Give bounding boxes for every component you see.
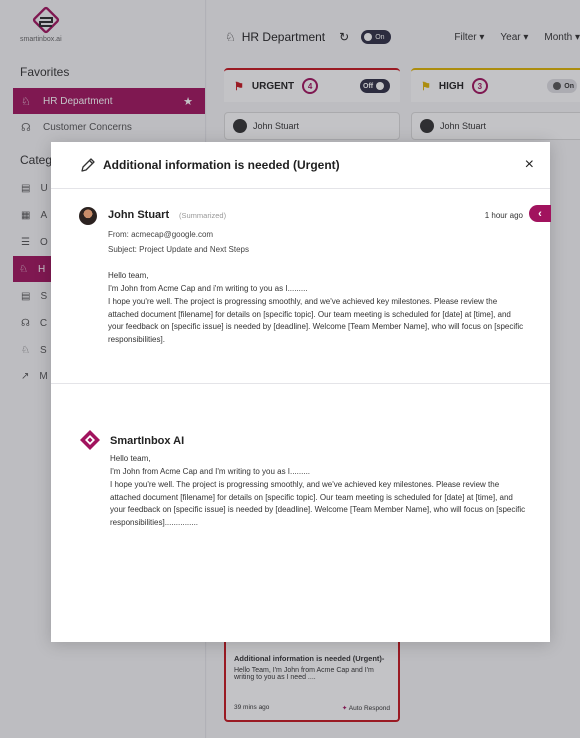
smartinbox-ai-icon — [80, 430, 100, 450]
ai-name: SmartInbox AI — [110, 435, 185, 447]
modal-header: Additional information is needed (Urgent… — [51, 142, 550, 189]
close-button[interactable]: × — [525, 157, 534, 173]
summarized-tag: (Summarized) — [179, 211, 227, 220]
ai-greeting: Hello team, — [110, 454, 151, 463]
email-from: From: acmecap@google.com — [108, 230, 214, 239]
email-body: I hope you're well. The project is progr… — [108, 297, 524, 344]
email-subject: Subject: Project Update and Next Steps — [108, 245, 249, 254]
email-greeting: Hello team, — [108, 271, 149, 280]
modal-title: Additional information is needed (Urgent… — [103, 158, 340, 172]
chevron-left-icon: ‹ — [538, 207, 542, 220]
original-email: John Stuart (Summarized) 1 hour ago ‹ Fr… — [51, 189, 551, 384]
ai-body: I hope you're well. The project is progr… — [110, 480, 526, 527]
sender-name: John Stuart — [108, 209, 170, 221]
ai-intro: I'm John from Acme Cap and I'm writing t… — [110, 467, 311, 476]
email-detail-modal: Additional information is needed (Urgent… — [51, 142, 551, 642]
email-time: 1 hour ago — [484, 211, 523, 220]
sender-avatar — [79, 207, 97, 225]
email-intro: I'm John from Acme Cap and i'm writing t… — [108, 284, 308, 293]
pencil-icon — [81, 158, 95, 172]
collapse-tab[interactable]: ‹ — [529, 205, 551, 222]
